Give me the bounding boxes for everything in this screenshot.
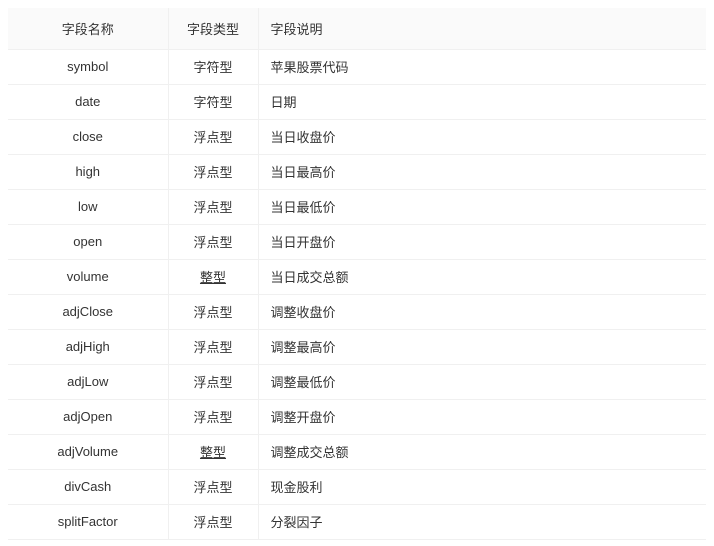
cell-field-type: 浮点型: [168, 119, 259, 155]
cell-field-name: symbol: [8, 49, 169, 85]
cell-field-type: 整型: [168, 259, 259, 295]
cell-field-desc: 当日成交总额: [258, 259, 706, 295]
cell-field-type: 浮点型: [168, 294, 259, 330]
cell-field-desc: 调整最低价: [258, 364, 706, 400]
cell-field-type: 浮点型: [168, 504, 259, 540]
cell-field-name: date: [8, 84, 169, 120]
field-type-text: 浮点型: [193, 340, 233, 355]
table-body: symbol 字符型 苹果股票代码 date 字符型 日期 close 浮点型 当日收盘价 hig…: [8, 49, 706, 540]
field-type-text: 浮点型: [193, 305, 233, 320]
table-row: symbol 字符型 苹果股票代码: [8, 49, 706, 85]
cell-field-desc: 日期: [258, 84, 706, 120]
table-header-row: 字段名称 字段类型 字段说明: [8, 8, 706, 50]
field-table-container: 字段名称 字段类型 字段说明 symbol 字符型 苹果股票代码 date 字符型 日期 c…: [0, 0, 714, 540]
cell-field-name: close: [8, 119, 169, 155]
table-row: adjHigh 浮点型 调整最高价: [8, 329, 706, 365]
cell-field-name: adjClose: [8, 294, 169, 330]
cell-field-desc: 调整开盘价: [258, 399, 706, 435]
cell-field-type: 整型: [168, 434, 259, 470]
cell-field-desc: 调整收盘价: [258, 294, 706, 330]
cell-field-type: 字符型: [168, 84, 259, 120]
field-type-text: 字符型: [193, 60, 233, 75]
cell-field-type: 浮点型: [168, 224, 259, 260]
table-row: volume 整型 当日成交总额: [8, 259, 706, 295]
cell-field-name: low: [8, 189, 169, 225]
cell-field-type: 浮点型: [168, 469, 259, 505]
cell-field-desc: 当日最低价: [258, 189, 706, 225]
table-row: splitFactor 浮点型 分裂因子: [8, 504, 706, 540]
table-row: open 浮点型 当日开盘价: [8, 224, 706, 260]
cell-field-type: 浮点型: [168, 189, 259, 225]
cell-field-desc: 调整最高价: [258, 329, 706, 365]
cell-field-desc: 调整成交总额: [258, 434, 706, 470]
field-type-text: 整型: [199, 270, 226, 285]
table-row: high 浮点型 当日最高价: [8, 154, 706, 190]
table-row: low 浮点型 当日最低价: [8, 189, 706, 225]
cell-field-type: 浮点型: [168, 399, 259, 435]
field-type-text: 整型: [199, 445, 226, 460]
cell-field-desc: 当日最高价: [258, 154, 706, 190]
column-header-field-desc: 字段说明: [258, 8, 706, 50]
cell-field-type: 字符型: [168, 49, 259, 85]
cell-field-name: adjHigh: [8, 329, 169, 365]
field-type-text: 浮点型: [193, 515, 233, 530]
cell-field-name: high: [8, 154, 169, 190]
cell-field-desc: 当日开盘价: [258, 224, 706, 260]
cell-field-name: adjOpen: [8, 399, 169, 435]
cell-field-desc: 苹果股票代码: [258, 49, 706, 85]
cell-field-name: divCash: [8, 469, 169, 505]
table-header: 字段名称 字段类型 字段说明: [8, 8, 706, 50]
field-type-text: 浮点型: [193, 480, 233, 495]
cell-field-name: adjVolume: [8, 434, 169, 470]
table-row: adjVolume 整型 调整成交总额: [8, 434, 706, 470]
column-header-field-name: 字段名称: [8, 8, 169, 50]
cell-field-desc: 分裂因子: [258, 504, 706, 540]
cell-field-name: splitFactor: [8, 504, 169, 540]
field-type-text: 字符型: [193, 95, 233, 110]
cell-field-name: open: [8, 224, 169, 260]
table-row: adjClose 浮点型 调整收盘价: [8, 294, 706, 330]
table-row: adjOpen 浮点型 调整开盘价: [8, 399, 706, 435]
table-row: close 浮点型 当日收盘价: [8, 119, 706, 155]
cell-field-type: 浮点型: [168, 364, 259, 400]
cell-field-name: volume: [8, 259, 169, 295]
cell-field-desc: 当日收盘价: [258, 119, 706, 155]
field-type-text: 浮点型: [193, 375, 233, 390]
table-row: adjLow 浮点型 调整最低价: [8, 364, 706, 400]
field-type-text: 浮点型: [193, 410, 233, 425]
field-type-text: 浮点型: [193, 130, 233, 145]
table-row: divCash 浮点型 现金股利: [8, 469, 706, 505]
field-definition-table: 字段名称 字段类型 字段说明 symbol 字符型 苹果股票代码 date 字符型 日期 c…: [8, 8, 706, 540]
cell-field-desc: 现金股利: [258, 469, 706, 505]
field-type-text: 浮点型: [193, 165, 233, 180]
field-type-text: 浮点型: [193, 235, 233, 250]
cell-field-type: 浮点型: [168, 329, 259, 365]
field-type-text: 浮点型: [193, 200, 233, 215]
cell-field-name: adjLow: [8, 364, 169, 400]
cell-field-type: 浮点型: [168, 154, 259, 190]
table-row: date 字符型 日期: [8, 84, 706, 120]
column-header-field-type: 字段类型: [168, 8, 259, 50]
